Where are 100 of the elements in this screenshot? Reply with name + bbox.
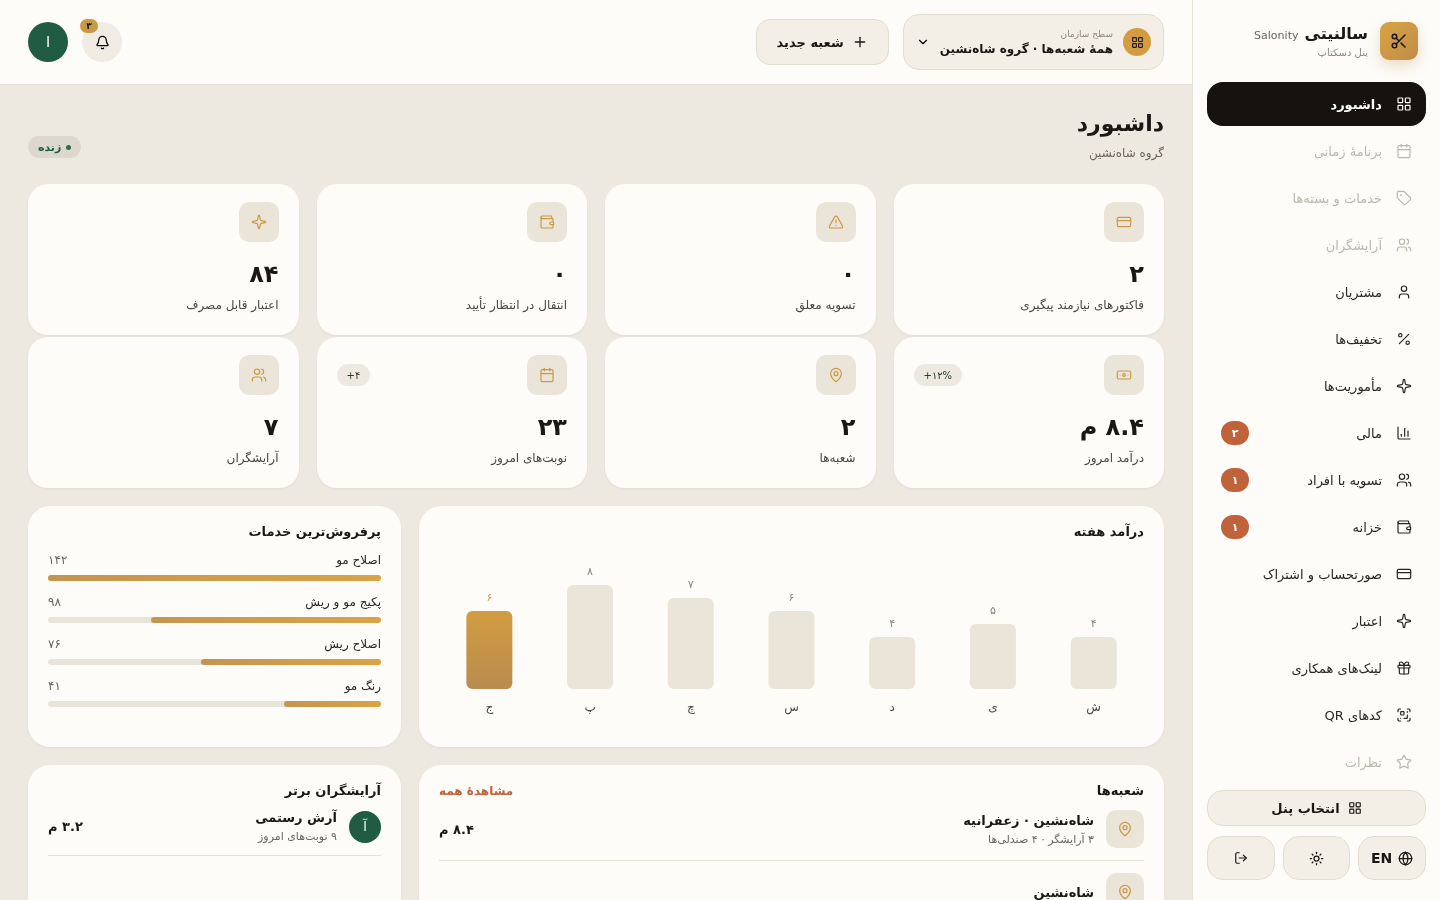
service-count: ۷۶ xyxy=(48,637,61,651)
notifications-button[interactable]: ۳ xyxy=(82,22,122,62)
tag-icon xyxy=(1396,190,1412,206)
new-branch-button[interactable]: شعبه جدید xyxy=(755,19,889,65)
bar-value-label: ۴ xyxy=(889,617,896,630)
banknote-icon xyxy=(1116,367,1132,383)
grid-icon xyxy=(1130,35,1144,49)
sidebar-item[interactable]: اعتبار xyxy=(1207,599,1426,643)
sparkle-icon xyxy=(1396,378,1412,394)
delta-badge: +۱۲% xyxy=(913,364,963,386)
panel-select-button[interactable]: انتخاب پنل xyxy=(1207,790,1426,826)
person-icon xyxy=(1396,284,1412,300)
calendar-icon xyxy=(1396,143,1412,159)
stat-label: انتقال در انتظار تأیید xyxy=(465,298,567,312)
count-badge: ۱ xyxy=(1221,468,1249,492)
axis-label: چ xyxy=(686,700,695,714)
bar-value-label: ۸ xyxy=(587,565,594,578)
sidebar-item[interactable]: صورتحساب و اشتراک xyxy=(1207,552,1426,596)
sidebar-item[interactable]: داشبورد xyxy=(1207,82,1426,126)
live-badge: زنده xyxy=(28,136,82,158)
axis-label: پ xyxy=(584,700,596,714)
user-avatar[interactable]: ا xyxy=(28,22,68,62)
card-icon xyxy=(1116,214,1132,230)
people-icon xyxy=(1396,472,1412,488)
wallet-icon xyxy=(539,214,555,230)
stat-value: ۸۴ xyxy=(249,260,279,288)
page-title: داشبورد xyxy=(1076,111,1164,136)
barber-revenue: ۳.۲ م xyxy=(48,819,83,834)
bar-value-label: ۵ xyxy=(989,604,996,617)
sun-icon xyxy=(1309,850,1324,866)
card-title: درآمد هفته xyxy=(1073,524,1144,539)
sparkle-icon xyxy=(250,214,267,230)
card-title: آرایشگران برتر xyxy=(284,783,381,798)
card-icon xyxy=(1396,566,1412,582)
service-name: اصلاح ریش xyxy=(324,637,381,651)
warning-icon xyxy=(827,214,844,230)
location-pin-icon xyxy=(1117,884,1133,900)
sidebar-item[interactable]: خزانه ۱ xyxy=(1207,505,1426,549)
axis-label: د xyxy=(889,700,895,714)
stat-label: درآمد امروز xyxy=(1085,451,1144,465)
sidebar-item[interactable]: کدهای QR xyxy=(1207,693,1426,737)
service-name: اصلاح مو xyxy=(336,553,381,567)
globe-icon xyxy=(1398,850,1414,866)
grid-icon xyxy=(1396,96,1412,112)
organization-selector[interactable]: سطح سازمان همهٔ شعبه‌ها · گروه شاه‌نشین xyxy=(902,14,1164,70)
sidebar-item[interactable]: لینک‌های همکاری xyxy=(1207,646,1426,690)
theme-button[interactable] xyxy=(1282,836,1351,880)
stat-value: ۰ xyxy=(840,260,856,288)
delta-badge: +۴ xyxy=(336,364,371,386)
gift-icon xyxy=(1396,660,1412,676)
barber-name: آرش رستمی xyxy=(254,810,337,825)
branch-name: شاه‌نشین xyxy=(1032,884,1094,900)
bar-value-label: ۶ xyxy=(486,591,493,604)
sidebar-item[interactable]: تسویه با افراد ۱ xyxy=(1207,458,1426,502)
sidebar-item[interactable]: مالی ۲ xyxy=(1207,411,1426,455)
count-badge: ۱ xyxy=(1221,515,1249,539)
view-all-link[interactable]: مشاهدهٔ همه xyxy=(439,783,514,798)
service-name: رنگ مو xyxy=(344,679,381,693)
brand-name: سالنیتی xyxy=(1304,24,1368,43)
card-title: پرفروش‌ترین خدمات xyxy=(248,524,381,539)
axis-label: س xyxy=(784,700,799,714)
location-pin-icon xyxy=(1117,821,1133,837)
sidebar-item[interactable]: مأموریت‌ها xyxy=(1207,364,1426,408)
people-icon xyxy=(250,367,267,383)
star-icon xyxy=(1396,754,1412,770)
bar-value-label: ۶ xyxy=(788,591,795,604)
stat-label: شعبه‌ها xyxy=(819,451,856,465)
service-count: ۹۸ xyxy=(48,595,61,609)
qr-code-icon xyxy=(1396,707,1412,723)
stat-value: ۷ xyxy=(263,413,279,441)
notification-badge: ۳ xyxy=(80,19,98,33)
axis-label: ج xyxy=(485,700,494,714)
bar-value-label: ۴ xyxy=(1090,617,1097,630)
sparkle-icon xyxy=(1396,613,1412,629)
stat-label: نوبت‌های امروز xyxy=(491,451,567,465)
grid-icon xyxy=(1347,801,1362,815)
barber-detail: ۹ نوبت‌های امروز xyxy=(256,830,337,843)
sidebar-item[interactable]: تخفیف‌ها xyxy=(1207,317,1426,361)
sidebar-item[interactable]: مشتریان xyxy=(1207,270,1426,314)
calendar-icon xyxy=(539,367,555,383)
service-count: ۴۱ xyxy=(48,679,61,693)
stat-value: ۸.۴ م xyxy=(1079,413,1144,441)
bar-value-label: ۷ xyxy=(687,578,694,591)
page-subtitle: گروه شاه‌نشین xyxy=(1087,146,1164,160)
stat-label: فاکتورهای نیازمند پیگیری xyxy=(1020,298,1144,312)
org-value: همهٔ شعبه‌ها · گروه شاه‌نشین xyxy=(939,41,1113,56)
count-badge: ۲ xyxy=(1221,421,1249,445)
language-button[interactable]: EN xyxy=(1358,836,1426,880)
people-icon xyxy=(1396,237,1412,253)
org-label: سطح سازمان xyxy=(1060,28,1113,39)
stat-value: ۲ xyxy=(1129,260,1144,288)
axis-label: ی xyxy=(988,700,998,714)
brand-latin-name: Salonity xyxy=(1254,29,1299,42)
stat-value: ۲ xyxy=(840,413,856,441)
scissors-icon xyxy=(1390,32,1408,50)
stat-value: ۰ xyxy=(552,260,567,288)
logout-button[interactable] xyxy=(1207,836,1275,880)
stat-label: تسویه معلق xyxy=(795,298,856,312)
wallet-icon xyxy=(1396,519,1412,535)
branch-name: شاه‌نشین · زعفرانیه xyxy=(962,812,1094,828)
